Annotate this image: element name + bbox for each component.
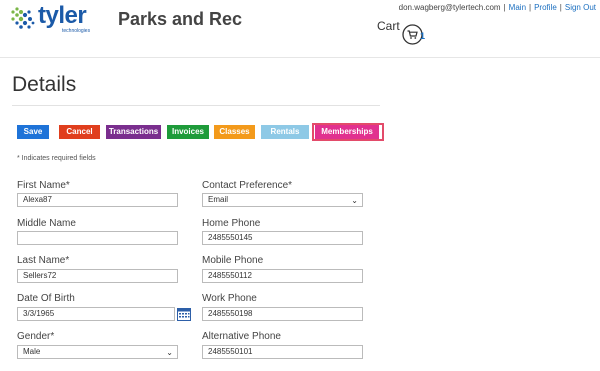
middle-name-input[interactable]: [17, 231, 178, 245]
save-button[interactable]: Save: [17, 125, 49, 139]
contact-preference-select[interactable]: Email ⌄: [202, 193, 363, 207]
home-phone-label: Home Phone: [202, 218, 261, 229]
cart-label[interactable]: Cart: [377, 19, 400, 33]
memberships-highlight: [312, 123, 384, 141]
title-divider: [12, 105, 380, 106]
profile-link[interactable]: Profile: [534, 3, 557, 12]
invoices-button[interactable]: Invoices: [167, 125, 209, 139]
date-of-birth-input[interactable]: 3/3/1965: [17, 307, 175, 321]
classes-button[interactable]: Classes: [214, 125, 255, 139]
main-link[interactable]: Main: [509, 3, 526, 12]
header-divider: [0, 57, 600, 58]
calendar-icon[interactable]: [177, 308, 191, 321]
separator: |: [529, 3, 532, 12]
user-bar: don.wagberg@tylertech.com | Main | Profile | S…: [399, 3, 596, 12]
first-name-input[interactable]: Alexa87: [17, 193, 178, 207]
cancel-button[interactable]: Cancel: [59, 125, 100, 139]
contact-preference-value: Email: [208, 195, 229, 204]
page-title: Details: [12, 73, 77, 96]
gender-select[interactable]: Male ⌄: [17, 345, 178, 359]
date-of-birth-label: Date Of Birth: [17, 293, 75, 304]
work-phone-input[interactable]: 2485550198: [202, 307, 363, 321]
app-title: Parks and Rec: [118, 9, 243, 29]
transactions-button[interactable]: Transactions: [106, 125, 161, 139]
sign-out-link[interactable]: Sign Out: [565, 3, 596, 12]
chevron-down-icon: ⌄: [351, 196, 358, 205]
work-phone-label: Work Phone: [202, 293, 257, 304]
logo-subtext: technologies: [62, 28, 91, 34]
mobile-phone-input[interactable]: 2485550112: [202, 269, 363, 283]
middle-name-label: Middle Name: [17, 218, 76, 229]
rentals-button[interactable]: Rentals: [261, 125, 309, 139]
user-email: don.wagberg@tylertech.com: [398, 3, 501, 12]
separator: |: [503, 3, 506, 12]
last-name-label: Last Name*: [17, 255, 70, 266]
home-phone-input[interactable]: 2485550145: [202, 231, 363, 245]
mobile-phone-label: Mobile Phone: [202, 255, 264, 266]
alternative-phone-label: Alternative Phone: [202, 331, 281, 342]
contact-preference-label: Contact Preference*: [202, 180, 293, 191]
chevron-down-icon: ⌄: [166, 348, 173, 357]
gender-label: Gender*: [17, 331, 55, 342]
last-name-input[interactable]: Sellers72: [17, 269, 178, 283]
tyler-logo[interactable]: tyler technologies: [10, 2, 100, 36]
gender-value: Male: [23, 347, 41, 356]
logo-wordmark: tyler: [38, 2, 87, 29]
cart-count-badge: 1: [420, 31, 426, 41]
required-note: * Indicates required fields: [17, 155, 96, 162]
first-name-label: First Name*: [17, 180, 70, 191]
logo-dots-icon: [11, 7, 35, 29]
separator: |: [559, 3, 562, 12]
alternative-phone-input[interactable]: 2485550101: [202, 345, 363, 359]
